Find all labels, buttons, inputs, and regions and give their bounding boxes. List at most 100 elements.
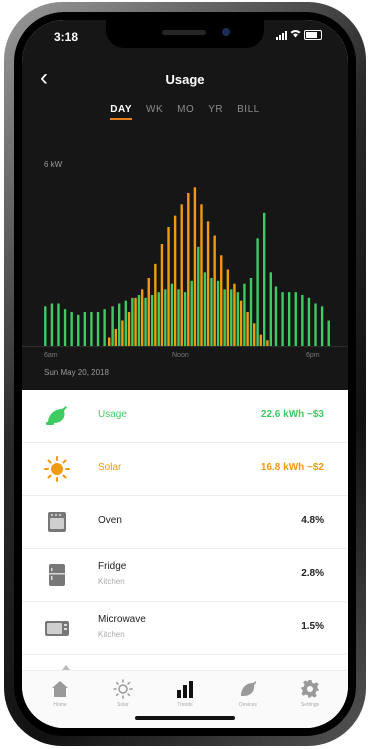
usage-bar: [170, 283, 174, 346]
usage-bar: [50, 303, 54, 346]
solar-bar: [239, 300, 243, 346]
home-indicator: [135, 716, 235, 720]
usage-bar: [96, 312, 100, 346]
usage-bar: [256, 238, 259, 346]
list-item-value: 22.6 kWh ~$3: [260, 409, 324, 420]
usage-bar: [144, 297, 147, 346]
tabbar-home[interactable]: Home: [40, 679, 80, 708]
usage-bar: [327, 320, 330, 346]
tab-bill[interactable]: BILL: [237, 104, 260, 120]
usage-bar: [294, 292, 297, 346]
usage-bar: [103, 309, 106, 346]
tabbar-label: Home: [53, 702, 67, 708]
solar-bar: [187, 193, 190, 346]
usage-bar: [90, 312, 93, 346]
solar-bar: [213, 235, 216, 346]
usage-bar: [274, 286, 278, 346]
tabbar-label: Devices: [239, 702, 257, 708]
solar-bar: [246, 312, 249, 346]
page-title: Usage: [165, 72, 205, 87]
solar-bar: [114, 329, 117, 346]
solar-bar: [160, 244, 164, 346]
usage-bar: [137, 295, 141, 346]
tabbar-devices[interactable]: Devices: [228, 679, 268, 708]
signal-icon: [276, 30, 287, 40]
tab-week[interactable]: WK: [146, 104, 163, 120]
usage-bar: [70, 312, 73, 346]
solar-bar: [108, 337, 111, 346]
solar-bar: [173, 215, 177, 346]
tabbar-trends[interactable]: Trends: [165, 679, 205, 708]
usage-bar: [183, 292, 187, 346]
solar-bar: [147, 278, 150, 346]
solar-bar: [134, 297, 137, 346]
tab-day[interactable]: DAY: [110, 104, 132, 120]
usage-bar: [262, 212, 266, 346]
solar-bar: [220, 255, 223, 346]
list-item-value: 1.5%: [301, 621, 324, 632]
status-time: 3:18: [54, 30, 79, 44]
usage-bar: [281, 292, 284, 346]
usage-bar: [83, 312, 87, 346]
usage-bar: [63, 309, 67, 346]
list-item-label: Oven: [98, 515, 122, 526]
usage-chart[interactable]: 6 kW 6am Noon 6pm Sun May 20, 2018: [22, 124, 348, 390]
usage-bar: [230, 289, 233, 346]
usage-bar: [216, 280, 220, 346]
list-item-solar[interactable]: Solar 16.8 kWh ~$2: [22, 443, 348, 496]
usage-bar: [210, 278, 213, 346]
list-item-label: Microwave: [98, 614, 146, 625]
tab-year[interactable]: YR: [208, 104, 223, 120]
usage-bar: [197, 246, 200, 346]
list-item-usage[interactable]: Usage 22.6 kWh ~$3: [22, 390, 348, 443]
usage-bar: [164, 289, 167, 346]
solar-bar: [206, 221, 210, 346]
list-item-sublabel: Kitchen: [98, 577, 125, 586]
breakdown-list: Usage 22.6 kWh ~$3 Solar 16.8 kWh ~$2 Ov…: [22, 390, 348, 655]
status-icons: [276, 29, 322, 41]
list-item-microwave[interactable]: Microwave Kitchen 1.5%: [22, 602, 348, 655]
usage-bar: [131, 297, 134, 346]
tabbar-solar[interactable]: Solar: [103, 679, 143, 708]
usage-bar: [249, 278, 253, 346]
usage-bar: [177, 289, 180, 346]
usage-bar: [190, 280, 193, 346]
tab-month[interactable]: MO: [177, 104, 194, 120]
usage-bar: [117, 303, 121, 346]
usage-bar: [203, 272, 207, 346]
x-tick-label: 6am: [44, 352, 58, 359]
list-item-fridge[interactable]: Fridge Kitchen 2.8%: [22, 549, 348, 602]
usage-bar: [243, 283, 246, 346]
settings-icon: [301, 680, 319, 698]
solar-bar: [121, 320, 124, 346]
usage-bar: [124, 300, 127, 346]
phone-bezel: 3:18 ‹ Usage DAY WK MO YR BILL 6 kW 6am …: [14, 12, 356, 736]
list-item-oven[interactable]: Oven 4.8%: [22, 496, 348, 549]
list-item-value: 16.8 kWh ~$2: [260, 462, 324, 473]
usage-bar: [307, 297, 311, 346]
solar-icon: [113, 679, 133, 699]
solar-bar: [233, 283, 236, 346]
list-item-label: Fridge: [98, 561, 127, 572]
tabbar-settings[interactable]: Settings: [290, 679, 330, 708]
front-camera: [222, 28, 230, 36]
fridge-icon: [49, 564, 65, 586]
period-tabs: DAY WK MO YR BILL: [22, 104, 348, 120]
screen: 3:18 ‹ Usage DAY WK MO YR BILL 6 kW 6am …: [22, 20, 348, 728]
tabbar-label: Settings: [300, 702, 320, 708]
usage-bar: [236, 292, 240, 346]
plug-icon: [46, 406, 67, 425]
solar-bar: [180, 204, 183, 346]
tabbar-label: Solar: [117, 702, 129, 708]
home-icon: [52, 681, 68, 697]
list-item-label: Usage: [98, 409, 127, 420]
solar-bar: [154, 263, 157, 346]
usage-bar: [223, 289, 226, 346]
usage-bar: [314, 303, 317, 346]
solar-bar: [193, 187, 197, 346]
usage-bar: [157, 292, 160, 346]
speaker-grille: [162, 30, 206, 35]
usage-bar: [44, 306, 47, 346]
solar-bar: [200, 204, 203, 346]
usage-bar: [150, 295, 154, 346]
